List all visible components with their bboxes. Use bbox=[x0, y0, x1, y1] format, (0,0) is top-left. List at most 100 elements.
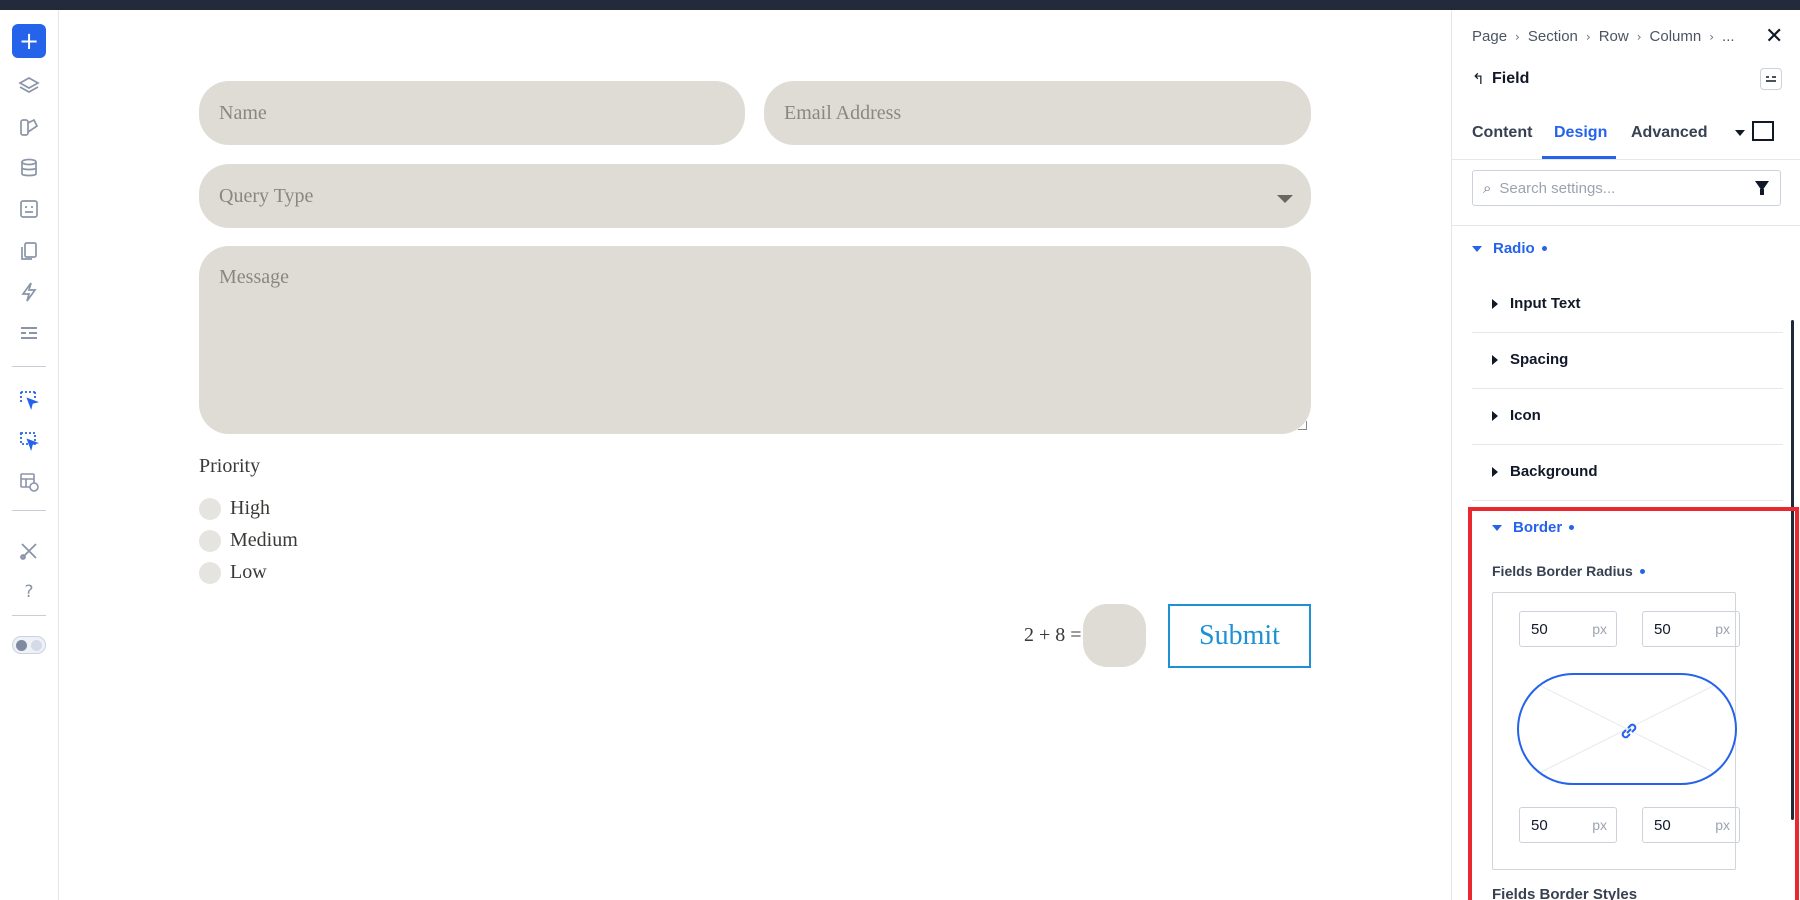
tab-advanced[interactable]: Advanced bbox=[1631, 124, 1707, 142]
section-divider bbox=[1472, 332, 1783, 333]
layers-button[interactable] bbox=[12, 69, 46, 103]
form-icon bbox=[20, 200, 38, 218]
select-cursor-alt-icon bbox=[20, 432, 40, 452]
data-button[interactable] bbox=[12, 151, 46, 185]
top-bar bbox=[0, 0, 1800, 10]
section-radio[interactable]: Radio bbox=[1472, 240, 1547, 257]
panel-tabs: Content Design Advanced bbox=[1452, 112, 1800, 160]
caret-right-icon bbox=[1492, 354, 1498, 365]
select-cursor-icon bbox=[20, 391, 40, 411]
rail-divider bbox=[12, 510, 46, 511]
search-placeholder: Search settings... bbox=[1499, 179, 1616, 197]
radio-button[interactable] bbox=[199, 497, 221, 520]
styles-button[interactable] bbox=[12, 110, 46, 144]
radio-option-medium[interactable]: Medium bbox=[199, 529, 298, 552]
back-icon[interactable]: ↰ bbox=[1472, 70, 1485, 88]
section-label: Radio bbox=[1493, 240, 1535, 257]
actions-button[interactable] bbox=[12, 275, 46, 309]
rail-divider bbox=[12, 615, 46, 616]
email-field[interactable]: Email Address bbox=[764, 81, 1311, 145]
rail-divider bbox=[12, 366, 46, 367]
multi-select-button[interactable] bbox=[12, 424, 46, 458]
breadcrumb-section[interactable]: Section bbox=[1528, 28, 1578, 45]
palette-icon bbox=[20, 118, 39, 136]
forms-button[interactable] bbox=[12, 192, 46, 226]
add-element-button[interactable]: + bbox=[12, 24, 46, 58]
section-divider bbox=[1472, 388, 1783, 389]
name-field[interactable]: Name bbox=[199, 81, 745, 145]
chevron-right-icon: › bbox=[1515, 29, 1520, 44]
help-button[interactable]: ? bbox=[12, 575, 46, 609]
captcha-question: 2 + 8 = bbox=[1024, 624, 1082, 646]
theme-toggle[interactable] bbox=[12, 636, 46, 654]
pages-icon bbox=[21, 242, 37, 260]
radio-button[interactable] bbox=[199, 529, 221, 552]
query-type-select[interactable]: Query Type bbox=[199, 164, 1311, 228]
radio-label: Low bbox=[230, 561, 267, 583]
help-icon: ? bbox=[24, 582, 34, 602]
caret-down-icon bbox=[1472, 245, 1482, 252]
section-icon[interactable]: Icon bbox=[1492, 407, 1541, 424]
settings-panel: Page › Section › Row › Column › ... ✕ ↰ … bbox=[1451, 10, 1800, 900]
panel-menu-button[interactable] bbox=[1760, 68, 1782, 90]
panel-divider bbox=[1452, 225, 1800, 226]
submit-button[interactable]: Submit bbox=[1168, 604, 1311, 668]
search-settings-input[interactable]: ⌕ Search settings... bbox=[1472, 170, 1781, 206]
layout-settings-button[interactable] bbox=[12, 465, 46, 499]
left-toolbar: + ? bbox=[0, 10, 59, 900]
breadcrumb-row[interactable]: Row bbox=[1599, 28, 1629, 45]
list-icon bbox=[21, 327, 37, 339]
caret-down-icon[interactable] bbox=[1735, 130, 1745, 136]
breadcrumb-page[interactable]: Page bbox=[1472, 28, 1507, 45]
tools-button[interactable] bbox=[12, 534, 46, 568]
toggle-knob bbox=[31, 639, 42, 651]
radio-option-high[interactable]: High bbox=[199, 497, 270, 520]
modified-indicator bbox=[1541, 246, 1547, 251]
tab-content[interactable]: Content bbox=[1472, 124, 1532, 142]
priority-label: Priority bbox=[199, 455, 261, 477]
close-icon[interactable]: ✕ bbox=[1765, 24, 1783, 49]
select-tool-button[interactable] bbox=[12, 383, 46, 417]
section-label: Icon bbox=[1510, 407, 1541, 424]
database-icon bbox=[21, 158, 37, 177]
section-spacing[interactable]: Spacing bbox=[1492, 351, 1568, 368]
desktop-icon[interactable] bbox=[1752, 121, 1774, 141]
caret-right-icon bbox=[1492, 466, 1498, 477]
radio-label: Medium bbox=[230, 529, 298, 551]
tools-icon bbox=[20, 543, 37, 560]
resize-handle-icon[interactable] bbox=[1298, 421, 1307, 430]
message-textarea[interactable]: Message bbox=[199, 246, 1311, 434]
lightning-icon bbox=[21, 282, 37, 302]
breadcrumb-column[interactable]: Column bbox=[1650, 28, 1702, 45]
section-label: Spacing bbox=[1510, 351, 1569, 368]
options-icon bbox=[1766, 76, 1776, 82]
captcha-input[interactable] bbox=[1083, 604, 1146, 667]
section-label: Input Text bbox=[1510, 295, 1581, 312]
filter-icon[interactable] bbox=[1755, 181, 1769, 195]
query-placeholder: Query Type bbox=[219, 184, 314, 207]
name-placeholder: Name bbox=[219, 101, 267, 124]
search-icon: ⌕ bbox=[1483, 179, 1492, 197]
radio-button[interactable] bbox=[199, 561, 221, 584]
email-placeholder: Email Address bbox=[784, 101, 902, 124]
chevron-down-icon bbox=[1277, 195, 1293, 203]
caret-right-icon bbox=[1492, 298, 1498, 309]
pages-button[interactable] bbox=[12, 234, 46, 268]
breadcrumb-more[interactable]: ... bbox=[1722, 28, 1735, 45]
chevron-right-icon: › bbox=[1709, 29, 1715, 44]
panel-title: Field bbox=[1492, 70, 1530, 87]
section-background[interactable]: Background bbox=[1492, 463, 1598, 480]
chevron-right-icon: › bbox=[1636, 29, 1642, 44]
section-divider bbox=[1472, 500, 1783, 501]
structure-button[interactable] bbox=[12, 316, 46, 350]
highlight-box bbox=[1468, 507, 1799, 900]
radio-label: High bbox=[230, 497, 270, 519]
message-placeholder: Message bbox=[219, 266, 289, 288]
chevron-right-icon: › bbox=[1585, 29, 1591, 44]
tab-design[interactable]: Design bbox=[1554, 124, 1607, 142]
radio-option-low[interactable]: Low bbox=[199, 561, 267, 584]
active-tab-indicator bbox=[1542, 156, 1616, 159]
gear-icon bbox=[16, 639, 27, 651]
section-input-text[interactable]: Input Text bbox=[1492, 295, 1581, 312]
breadcrumb: Page › Section › Row › Column › ... bbox=[1472, 28, 1735, 45]
